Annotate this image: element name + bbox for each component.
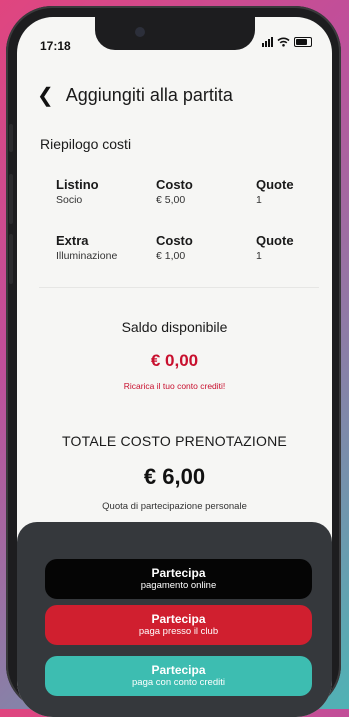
button-subtitle: pagamento online (140, 580, 217, 591)
cost-col2-value: € 5,00 (156, 194, 186, 206)
camera (135, 27, 145, 37)
button-title: Partecipa (151, 663, 206, 677)
back-arrow-icon[interactable]: ❮ (37, 86, 54, 106)
cost-col3-header: Quote (256, 177, 294, 192)
cost-col1-value: Socio (56, 194, 83, 206)
signal-icon (262, 37, 273, 47)
cost-col3-header: Quote (256, 233, 294, 248)
cost-col1-header: Extra (56, 233, 89, 248)
cost-row-listino: Listino Socio Costo € 5,00 Quote 1 (56, 177, 316, 206)
summary-title: Riepilogo costi (40, 136, 132, 152)
status-time: 17:18 (40, 39, 71, 53)
button-title: Partecipa (151, 566, 206, 580)
battery-icon (294, 37, 312, 47)
wifi-icon (277, 37, 290, 47)
total-label: TOTALE COSTO PRENOTAZIONE (62, 433, 287, 449)
screen: 17:18 ❮ Aggiungiti alla partita Riepilog… (17, 17, 332, 717)
join-online-payment-button[interactable]: Partecipa pagamento online (45, 559, 312, 599)
status-icons (262, 37, 312, 47)
button-subtitle: paga con conto crediti (132, 677, 225, 688)
cost-row-extra: Extra Illuminazione Costo € 1,00 Quote 1 (56, 233, 316, 262)
balance-label: Saldo disponibile (121, 319, 228, 335)
join-pay-at-club-button[interactable]: Partecipa paga presso il club (45, 605, 312, 645)
cost-col2-header: Costo (156, 233, 193, 248)
button-subtitle: paga presso il club (138, 626, 219, 637)
volume-down-button (9, 234, 13, 284)
recharge-link[interactable]: Ricarica il tuo conto crediti! (17, 381, 332, 391)
cost-col1-header: Listino (56, 177, 99, 192)
header: ❮ Aggiungiti alla partita (37, 85, 233, 106)
total-value: € 6,00 (143, 464, 206, 489)
cost-col1-value: Illuminazione (56, 250, 118, 262)
balance-value: € 0,00 (150, 351, 199, 370)
notch (95, 17, 255, 50)
side-button (9, 124, 13, 152)
cost-col2-value: € 1,00 (156, 250, 186, 262)
divider (39, 287, 319, 288)
page-title: Aggiungiti alla partita (65, 85, 233, 105)
cost-col3-value: 1 (256, 194, 262, 206)
join-pay-with-credit-button[interactable]: Partecipa paga con conto crediti (45, 656, 312, 696)
total-note: Quota di partecipazione personale (102, 501, 247, 512)
cost-col3-value: 1 (256, 250, 262, 262)
cost-col2-header: Costo (156, 177, 193, 192)
button-title: Partecipa (151, 612, 206, 626)
volume-up-button (9, 174, 13, 224)
